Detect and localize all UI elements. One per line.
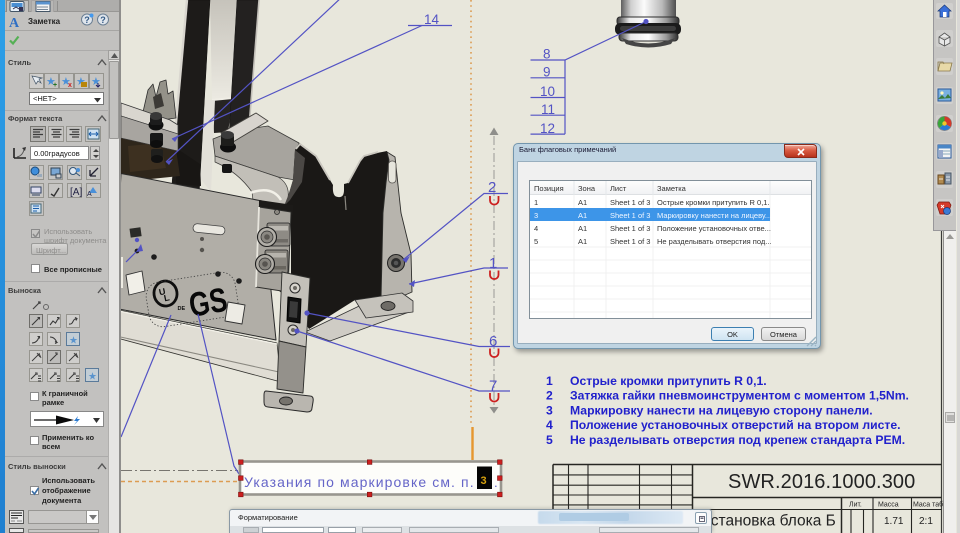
svg-text:Положение установочных отве...: Положение установочных отве... bbox=[657, 224, 771, 233]
svg-text:Острые кромки притупить R 0,1.: Острые кромки притупить R 0,1. bbox=[570, 374, 767, 388]
svg-text:A: A bbox=[9, 16, 20, 29]
svg-text:[A]: [A] bbox=[70, 187, 82, 198]
svg-text:★: ★ bbox=[69, 336, 78, 347]
svg-text:Указания по маркировке см. п.: Указания по маркировке см. п. bbox=[244, 474, 475, 490]
svg-text:Sheet 1 of 3: Sheet 1 of 3 bbox=[610, 237, 650, 246]
svg-text:Заметка: Заметка bbox=[657, 184, 687, 193]
svg-text:★: ★ bbox=[88, 372, 97, 383]
svg-text:Установка блока Б: Установка блока Б bbox=[702, 513, 836, 530]
svg-text:2: 2 bbox=[546, 389, 553, 403]
svg-text:3: 3 bbox=[534, 211, 538, 220]
svg-text:3: 3 bbox=[481, 475, 487, 487]
svg-text:4: 4 bbox=[534, 224, 538, 233]
svg-text:A1: A1 bbox=[578, 224, 587, 233]
svg-text:A1: A1 bbox=[578, 198, 587, 207]
svg-text:Не разделывать отверстия под..: Не разделывать отверстия под... bbox=[657, 237, 772, 246]
svg-text:Масса: Масса bbox=[878, 502, 899, 509]
svg-text:11: 11 bbox=[541, 102, 555, 117]
svg-text:8: 8 bbox=[543, 47, 551, 62]
svg-text:Маркировку нанести на лицевую: Маркировку нанести на лицевую сторону па… bbox=[570, 403, 873, 417]
svg-text:7: 7 bbox=[489, 378, 497, 395]
svg-text:1: 1 bbox=[546, 374, 553, 388]
svg-text:?: ? bbox=[100, 15, 106, 25]
svg-text:3: 3 bbox=[546, 403, 553, 417]
svg-text:Sheet 1 of 3: Sheet 1 of 3 bbox=[610, 224, 650, 233]
svg-text:Не разделывать отверстия под к: Не разделывать отверстия под крепеж стан… bbox=[570, 433, 905, 447]
svg-text:Положение установочных отверст: Положение установочных отверстий на втор… bbox=[570, 418, 901, 432]
svg-text:Острые кромки притупить R 0,1.: Острые кромки притупить R 0,1. bbox=[657, 198, 770, 207]
svg-text:SWR.2016.1000.300: SWR.2016.1000.300 bbox=[728, 471, 915, 493]
svg-text:Sheet 1 of 3: Sheet 1 of 3 bbox=[610, 211, 650, 220]
svg-text:1: 1 bbox=[534, 198, 538, 207]
svg-text:GS: GS bbox=[186, 281, 230, 325]
svg-text:12: 12 bbox=[540, 121, 555, 136]
svg-text:Лист: Лист bbox=[610, 184, 627, 193]
svg-text:5: 5 bbox=[534, 237, 538, 246]
svg-text:Маркировку нанести на лицеву..: Маркировку нанести на лицеву... bbox=[657, 211, 771, 220]
svg-text:x: x bbox=[68, 82, 72, 89]
svg-text:10: 10 bbox=[540, 84, 555, 99]
svg-text:A: A bbox=[87, 191, 92, 198]
svg-text:A1: A1 bbox=[578, 211, 587, 220]
svg-text:5: 5 bbox=[546, 433, 553, 447]
svg-text:4: 4 bbox=[546, 418, 553, 432]
svg-text:Маса таб: Маса таб bbox=[913, 501, 943, 509]
svg-text:Затяжка гайки пневмоинструмент: Затяжка гайки пневмоинструментом с момен… bbox=[570, 389, 909, 403]
svg-text:Лит.: Лит. bbox=[849, 502, 862, 509]
svg-text:.: . bbox=[494, 475, 498, 490]
svg-text:A1: A1 bbox=[578, 237, 587, 246]
svg-text:2: 2 bbox=[488, 179, 496, 196]
svg-text:6: 6 bbox=[489, 333, 497, 350]
svg-text:1.71: 1.71 bbox=[884, 516, 904, 527]
svg-text:1: 1 bbox=[489, 255, 497, 272]
svg-text:?: ? bbox=[84, 15, 90, 25]
svg-text:Зона: Зона bbox=[578, 184, 596, 193]
svg-text:Sheet 1 of 3: Sheet 1 of 3 bbox=[610, 198, 650, 207]
svg-text:9: 9 bbox=[543, 65, 551, 80]
svg-text:DE: DE bbox=[178, 306, 186, 312]
svg-text:Позиция: Позиция bbox=[534, 184, 564, 193]
svg-text:2:1: 2:1 bbox=[919, 516, 933, 527]
svg-text:14: 14 bbox=[424, 12, 440, 27]
svg-text:+: + bbox=[53, 82, 57, 89]
